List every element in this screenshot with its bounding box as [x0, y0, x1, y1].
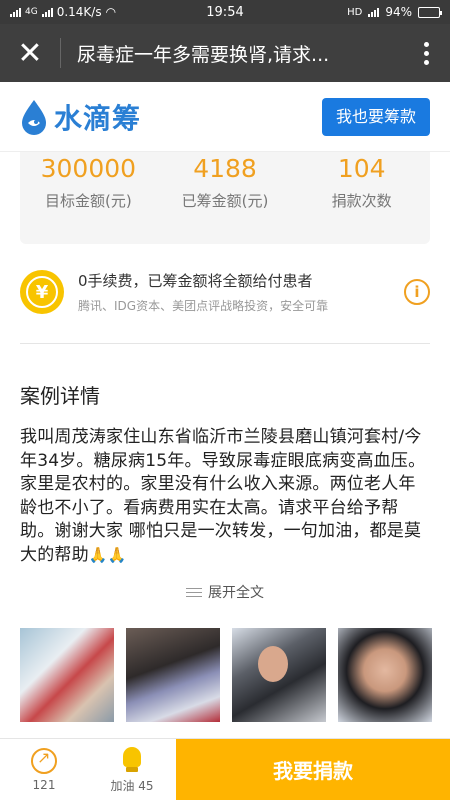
- clock: 19:54: [206, 4, 244, 20]
- case-photo-1[interactable]: [20, 628, 114, 722]
- divider: [20, 343, 430, 344]
- case-photo-2[interactable]: [126, 628, 220, 722]
- share-count: 121: [32, 777, 56, 792]
- share-button[interactable]: 121: [0, 739, 88, 800]
- stat-label: 已筹金额(元): [181, 192, 269, 210]
- fee-sub-text: 腾讯、IDG资本、美团点评战略投资，安全可靠: [78, 299, 329, 313]
- photo-gallery: [20, 628, 432, 722]
- network-speed: 0.14K/s: [56, 5, 102, 19]
- page-title: 尿毒症一年多需要换肾,请求...: [77, 43, 330, 66]
- case-body: 我叫周茂涛家住山东省临沂市兰陵县磨山镇河套村/今年34岁。糖尿病15年。导致尿毒…: [20, 426, 432, 567]
- brand-bar: 水滴筹 我也要筹款: [0, 82, 450, 152]
- logo: 水滴筹: [20, 97, 141, 137]
- title-bar: ✕ 尿毒症一年多需要换肾,请求...: [0, 24, 450, 82]
- expand-full-text-button[interactable]: 展开全文: [0, 582, 450, 602]
- signal-icon-2: [41, 7, 53, 17]
- share-icon: [31, 747, 57, 774]
- yen-coin-icon: ¥: [20, 270, 64, 314]
- donate-button[interactable]: 我要捐款: [176, 739, 450, 800]
- start-fundraiser-button[interactable]: 我也要筹款: [321, 97, 430, 136]
- lightbulb-icon: [118, 745, 146, 773]
- status-bar: 4G 0.14K/s ◠ 19:54 HD 94%: [0, 0, 450, 24]
- bottom-action-bar: 121 加油 45 我要捐款: [0, 738, 450, 800]
- stat-target: 300000 目标金额(元): [20, 152, 157, 244]
- fee-text: 0手续费，已筹金额将全额给付患者 腾讯、IDG资本、美团点评战略投资，安全可靠: [78, 270, 396, 314]
- stat-label: 目标金额(元): [44, 192, 132, 210]
- close-button[interactable]: ✕: [0, 24, 60, 82]
- lines-icon: [186, 587, 202, 597]
- close-icon: ✕: [17, 35, 43, 71]
- battery-icon: [418, 6, 442, 18]
- case-photo-3[interactable]: [232, 628, 326, 722]
- stat-raised: 4188 已筹金额(元): [157, 152, 294, 244]
- praying-hands-icon: 🙏🙏: [88, 545, 127, 564]
- stat-value: 300000: [40, 154, 137, 183]
- brand-name: 水滴筹: [54, 101, 142, 135]
- case-photo-4[interactable]: [338, 628, 432, 722]
- cell-signal-icon: [368, 7, 380, 17]
- case-title: 案例详情: [20, 384, 100, 408]
- battery-percent: 94%: [385, 5, 412, 19]
- cheer-button[interactable]: 加油 45: [88, 739, 176, 800]
- stats-card: 300000 目标金额(元) 4188 已筹金额(元) 104 捐款次数: [20, 152, 430, 244]
- stat-value: 104: [337, 154, 386, 183]
- wifi-icon: ◠: [105, 5, 117, 19]
- more-menu-button[interactable]: [402, 24, 450, 82]
- fee-main-text: 0手续费，已筹金额将全额给付患者: [78, 272, 313, 290]
- signal-icon: [10, 7, 21, 17]
- stat-label: 捐款次数: [331, 192, 392, 210]
- case-body-text: 我叫周茂涛家住山东省临沂市兰陵县磨山镇河套村/今年34岁。糖尿病15年。导致尿毒…: [20, 427, 426, 565]
- info-icon[interactable]: i: [404, 279, 430, 305]
- water-drop-logo-icon: [22, 99, 46, 135]
- hd-call-icon: HD: [347, 6, 363, 18]
- cheer-count: 加油 45: [110, 779, 154, 793]
- expand-label: 展开全文: [208, 585, 264, 601]
- stat-value: 4188: [193, 154, 257, 183]
- fee-notice[interactable]: ¥ 0手续费，已筹金额将全额给付患者 腾讯、IDG资本、美团点评战略投资，安全可…: [20, 262, 430, 322]
- carrier-label: 4G: [25, 7, 38, 17]
- stat-donations: 104 捐款次数: [293, 152, 430, 244]
